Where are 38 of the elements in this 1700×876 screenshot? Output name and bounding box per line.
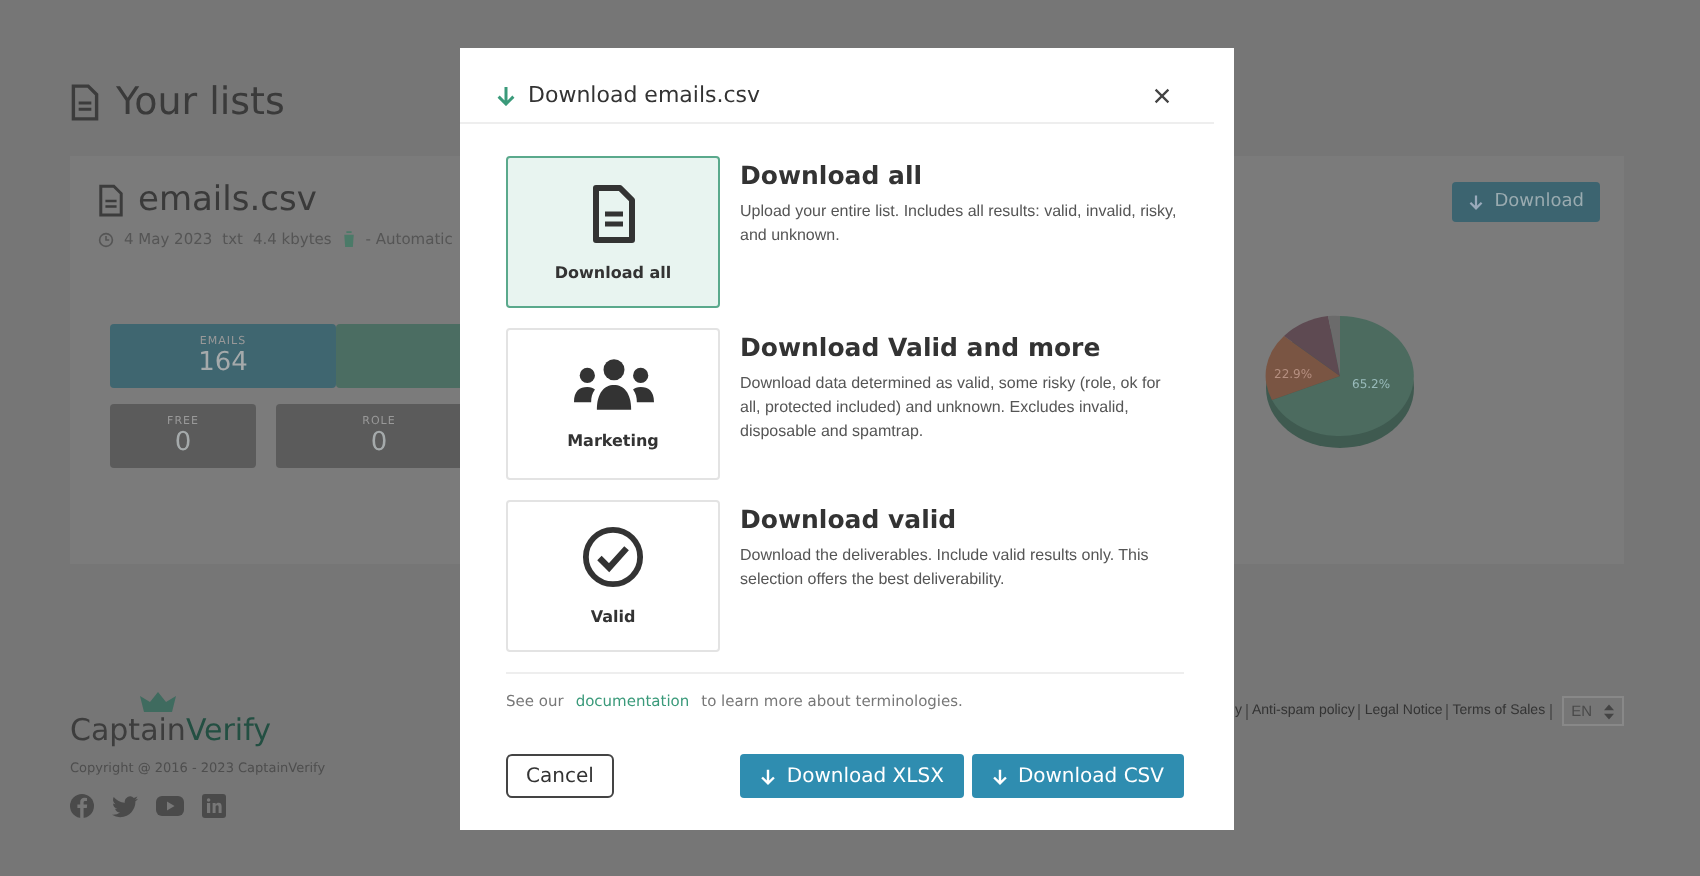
download-button[interactable]: Download CSV [971,754,1184,798]
trash-icon [341,230,356,248]
linkedin-icon[interactable] [202,794,226,818]
option-description: Upload your entire list. Includes all results: valid, invalid, risky, and unknown. [740,200,1179,248]
clock-icon [98,231,114,247]
close-icon[interactable] [1154,87,1170,103]
option-heading: Download all [740,160,925,190]
crown-icon [138,692,178,712]
document-icon [591,183,635,243]
down-arrow-icon [1468,194,1485,210]
youtube-icon[interactable] [156,796,184,816]
down-arrow-icon [991,767,1008,785]
down-arrow-icon [496,85,516,105]
stat-value: 164 [198,347,248,377]
option-heading: Download Valid and more [740,332,1103,362]
option-tile[interactable]: Marketing [506,328,720,480]
brand-logo: CaptainVerify [70,712,271,748]
twitter-icon[interactable] [112,795,138,817]
down-arrow-icon [760,767,777,785]
document-icon [70,83,100,121]
people-group-icon [573,358,653,412]
download-button[interactable]: Download [1452,182,1600,222]
cancel-button[interactable]: Cancel [506,754,614,798]
option-tile[interactable]: Download all [506,156,720,308]
check-circle-icon [582,526,644,588]
facebook-icon[interactable] [70,794,94,818]
stat-value: 0 [370,427,388,457]
option-description: Download data determined as valid, some risky (role, ok for all, protected included) and unknown. Excludes invalid, disposable and spamtrap. [740,372,1163,444]
file-name: emails.csv [138,180,317,220]
option-description: Download the deliverables. Include valid results only. This selection offers the best deliverability. [740,544,1151,592]
stat-value: 0 [174,427,192,457]
option-heading: Download valid [740,504,959,534]
document-icon [98,183,124,217]
sort-caret-icon [1604,703,1614,719]
page-title: Your lists [116,80,285,124]
dialog-title: Download emails.csv [528,82,763,108]
option-tile[interactable]: Valid [506,500,720,652]
download-button[interactable]: Download XLSX [740,754,964,798]
